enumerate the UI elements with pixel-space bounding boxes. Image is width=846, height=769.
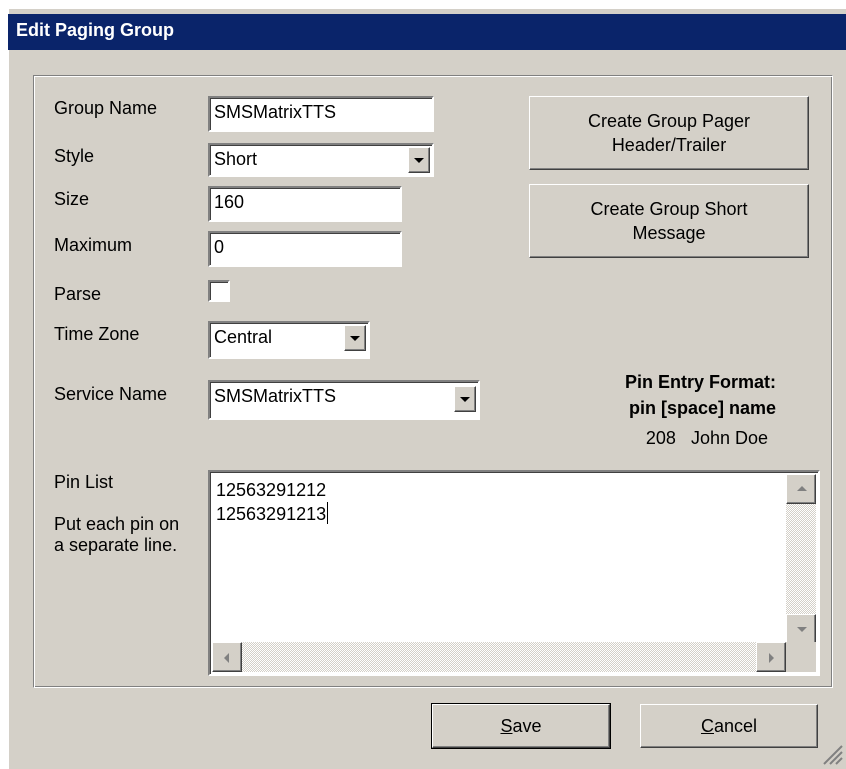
size-label: Size [54,189,90,209]
cancel-button[interactable]: Cancel [640,704,818,748]
scroll-left-icon [224,653,229,663]
resize-grip-icon[interactable] [820,742,844,766]
style-combo[interactable]: Short [208,143,434,177]
service-name-value: SMSMatrixTTS [214,386,337,406]
group-name-label: Group Name [54,98,158,118]
scroll-down-icon [797,627,807,632]
dropdown-arrow-icon [414,158,424,163]
style-value: Short [214,149,258,169]
scroll-up-button[interactable] [786,474,816,504]
style-dropdown-button[interactable] [408,147,430,173]
create-header-trailer-line1: Create Group Pager [587,111,751,131]
pin-list-text: 12563291212 12563291213 [216,478,329,526]
window-title: Edit Paging Group [16,20,174,40]
time-zone-dropdown-button[interactable] [344,325,366,351]
parse-checkbox[interactable] [208,280,230,302]
vertical-scrollbar[interactable] [786,474,816,644]
scroll-right-button[interactable] [756,642,786,672]
service-name-dropdown-button[interactable] [454,386,476,412]
pin-list-line: 12563291212 [216,480,327,500]
pin-list-hint: Put each pin on a separate line. [54,514,180,555]
create-group-short-message-button[interactable]: Create Group Short Message [529,184,809,258]
style-label: Style [54,146,95,166]
horizontal-scrollbar[interactable] [212,642,786,672]
pin-list-label: Pin List [54,472,114,492]
scroll-right-icon [769,653,774,663]
title-bar[interactable]: Edit Paging Group [8,14,846,50]
save-accelerator: S [500,716,513,736]
scrollbar-corner [786,642,816,672]
dropdown-arrow-icon [350,336,360,341]
group-name-field[interactable]: SMSMatrixTTS [208,96,434,132]
pin-list-textarea[interactable]: 12563291212 12563291213 [208,470,820,676]
create-group-pager-header-trailer-button[interactable]: Create Group Pager Header/Trailer [529,96,809,170]
pin-format-example: 208 John Doe [645,428,768,448]
save-button[interactable]: Save [431,703,611,749]
cancel-label-rest: ancel [713,716,758,736]
pin-format-syntax: pin [space] name [628,398,776,418]
maximum-field[interactable]: 0 [208,231,402,267]
scroll-up-icon [797,486,807,491]
size-field[interactable]: 160 [208,186,402,222]
create-short-message-line1: Create Group Short [590,199,748,219]
create-header-trailer-line2: Header/Trailer [611,135,727,155]
save-label-rest: ave [512,716,542,736]
maximum-label: Maximum [54,235,133,255]
dropdown-arrow-icon [460,397,470,402]
time-zone-label: Time Zone [54,324,140,344]
cancel-accelerator: C [700,716,714,736]
pin-format-title: Pin Entry Format: [624,372,776,392]
time-zone-combo[interactable]: Central [208,321,370,359]
pin-list-line: 12563291213 [216,504,327,524]
time-zone-value: Central [214,327,273,347]
text-caret [327,502,329,524]
service-name-combo[interactable]: SMSMatrixTTS [208,380,480,420]
service-name-label: Service Name [54,384,168,404]
scroll-left-button[interactable] [212,642,242,672]
create-short-message-line2: Message [632,223,706,243]
scroll-down-button[interactable] [786,614,816,644]
parse-label: Parse [54,284,102,304]
